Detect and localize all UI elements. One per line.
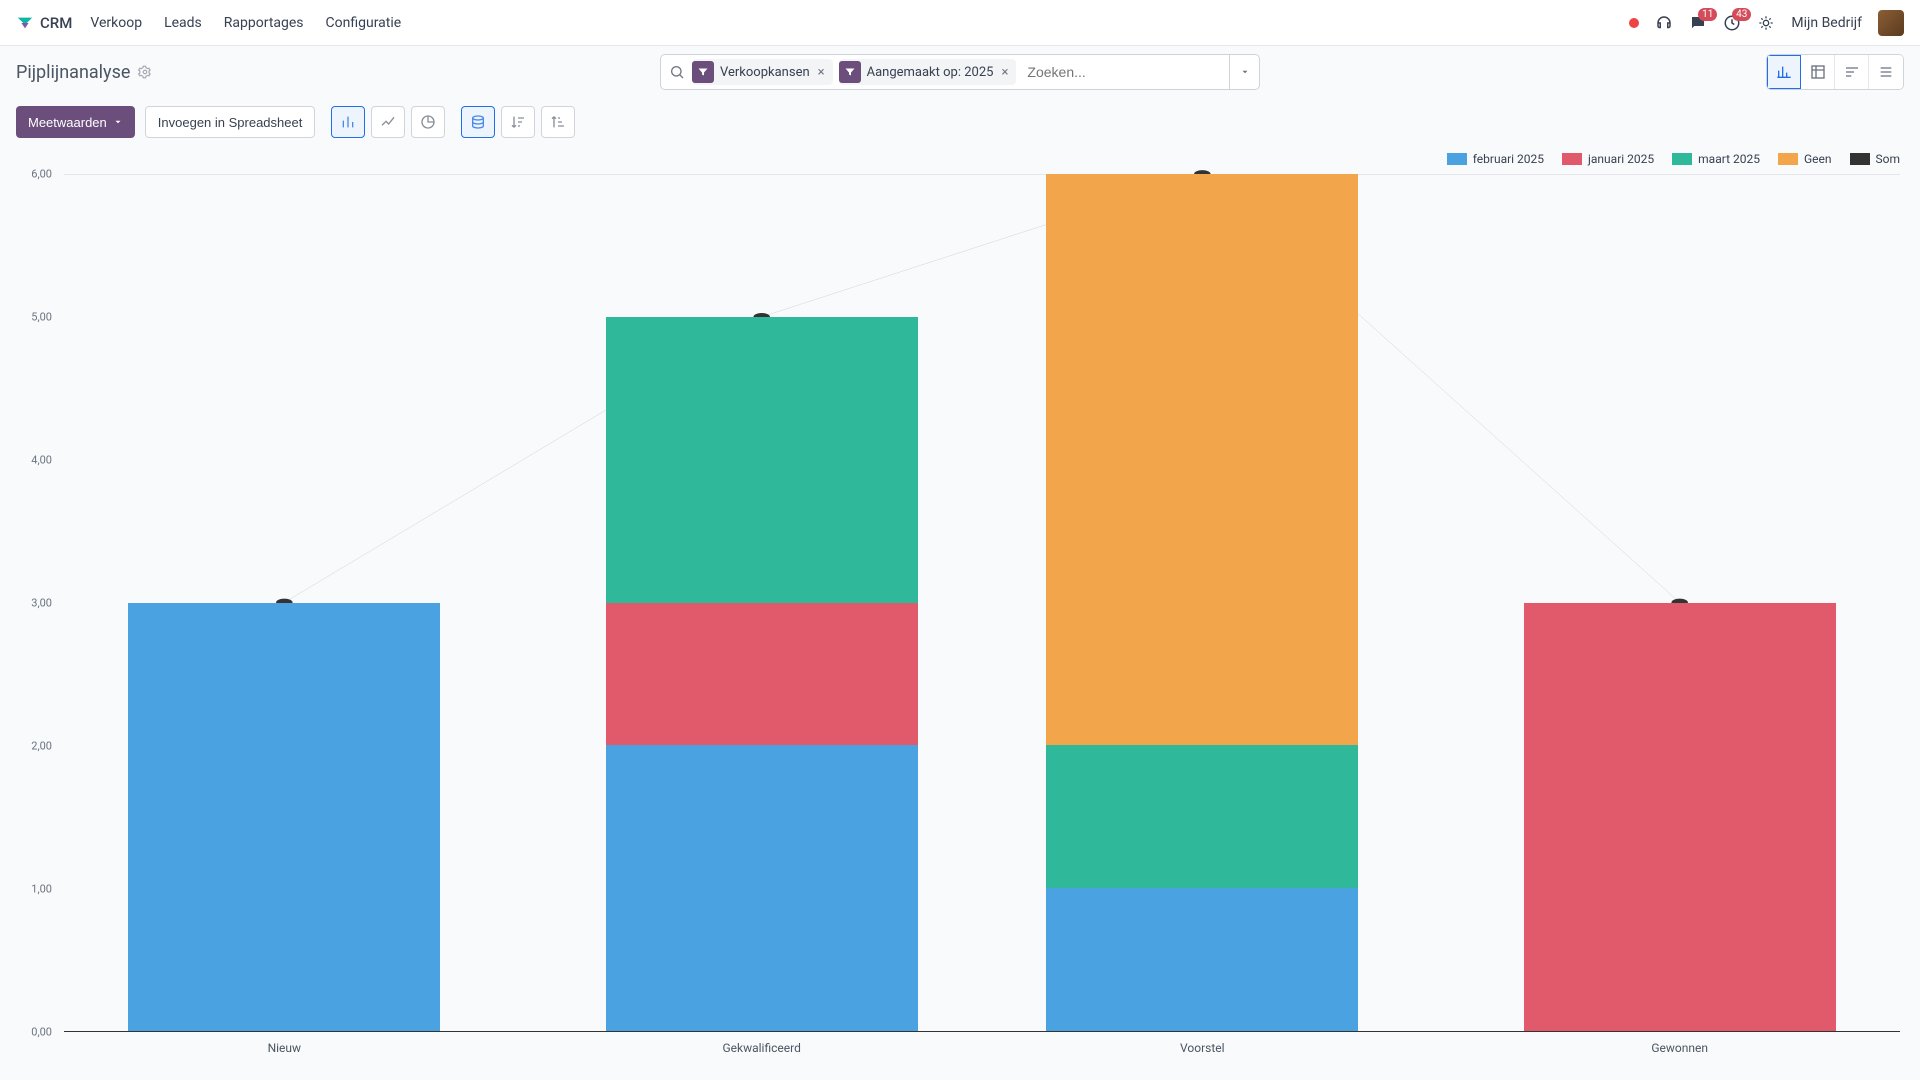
sort-desc-button[interactable] xyxy=(501,106,535,138)
chart-area: februari 2025 januari 2025 maart 2025 Ge… xyxy=(16,146,1904,1064)
filter-chip-label: Verkoopkansen xyxy=(720,65,810,80)
messages-icon[interactable]: 11 xyxy=(1689,14,1707,32)
view-cohort-button[interactable] xyxy=(1835,55,1869,89)
chart-legend: februari 2025 januari 2025 maart 2025 Ge… xyxy=(1443,146,1904,172)
legend-swatch xyxy=(1850,153,1870,165)
insert-spreadsheet-button[interactable]: Invoegen in Spreadsheet xyxy=(145,106,316,138)
debug-icon[interactable] xyxy=(1757,14,1775,32)
view-list-button[interactable] xyxy=(1869,55,1903,89)
filter-chip-verkoopkansen[interactable]: Verkoopkansen × xyxy=(692,59,833,85)
bar-voorstel[interactable]: Voorstel xyxy=(1046,174,1358,1031)
search-icon xyxy=(669,64,685,80)
y-tick: 3,00 xyxy=(16,597,52,610)
legend-swatch xyxy=(1562,153,1582,165)
y-tick: 5,00 xyxy=(16,311,52,324)
brand[interactable]: CRM xyxy=(16,14,72,32)
y-tick: 1,00 xyxy=(16,883,52,896)
filter-icon xyxy=(692,61,714,83)
chevron-down-icon xyxy=(113,117,123,127)
legend-swatch xyxy=(1447,153,1467,165)
bar-segment xyxy=(1046,745,1358,888)
legend-item[interactable]: Som xyxy=(1850,152,1901,166)
gear-icon[interactable] xyxy=(138,65,152,79)
search-input[interactable] xyxy=(1019,55,1229,89)
support-icon[interactable] xyxy=(1655,14,1673,32)
activities-badge: 43 xyxy=(1732,8,1751,21)
bar-segment xyxy=(1046,888,1358,1031)
legend-swatch xyxy=(1672,153,1692,165)
measures-button[interactable]: Meetwaarden xyxy=(16,106,135,138)
y-tick: 6,00 xyxy=(16,168,52,181)
nav-configuratie[interactable]: Configuratie xyxy=(326,15,402,31)
nav-verkoop[interactable]: Verkoop xyxy=(90,15,142,31)
avatar[interactable] xyxy=(1878,10,1904,36)
stacked-button[interactable] xyxy=(461,106,495,138)
y-tick: 2,00 xyxy=(16,740,52,753)
chart-plot: Nieuw Gekwalificeerd Voorstel Gewonnen xyxy=(64,174,1900,1032)
pie-chart-button[interactable] xyxy=(411,106,445,138)
messages-badge: 11 xyxy=(1698,8,1717,21)
primary-nav: Verkoop Leads Rapportages Configuratie xyxy=(90,15,401,31)
x-label: Voorstel xyxy=(1046,1041,1358,1055)
nav-leads[interactable]: Leads xyxy=(164,15,202,31)
legend-swatch xyxy=(1778,153,1798,165)
y-tick: 4,00 xyxy=(16,454,52,467)
y-axis: 0,001,002,003,004,005,006,00 xyxy=(16,174,56,1032)
bar-gekwalificeerd[interactable]: Gekwalificeerd xyxy=(606,174,918,1031)
x-label: Nieuw xyxy=(128,1041,440,1055)
search-bar[interactable]: Verkoopkansen × Aangemaakt op: 2025 × xyxy=(660,54,1260,90)
chip-remove-icon[interactable]: × xyxy=(812,65,831,80)
x-label: Gekwalificeerd xyxy=(606,1041,918,1055)
chart-options-group xyxy=(461,106,575,138)
measures-label: Meetwaarden xyxy=(28,115,107,130)
app-name: CRM xyxy=(40,14,72,32)
x-label: Gewonnen xyxy=(1524,1041,1836,1055)
view-switcher xyxy=(1766,54,1904,90)
nav-rapportages[interactable]: Rapportages xyxy=(224,15,304,31)
company-name[interactable]: Mijn Bedrijf xyxy=(1791,15,1862,31)
legend-item[interactable]: maart 2025 xyxy=(1672,152,1760,166)
filter-chip-aangemaakt[interactable]: Aangemaakt op: 2025 × xyxy=(839,59,1017,85)
sort-asc-button[interactable] xyxy=(541,106,575,138)
search-dropdown-toggle[interactable] xyxy=(1229,55,1259,89)
activities-icon[interactable]: 43 xyxy=(1723,14,1741,32)
page-title: Pijplijnanalyse xyxy=(16,62,130,83)
chip-remove-icon[interactable]: × xyxy=(995,65,1014,80)
bar-chart-button[interactable] xyxy=(331,106,365,138)
view-graph-button[interactable] xyxy=(1767,55,1801,89)
bar-nieuw[interactable]: Nieuw xyxy=(128,174,440,1031)
app-logo-icon xyxy=(16,14,34,32)
filter-chip-label: Aangemaakt op: 2025 xyxy=(867,65,994,80)
bar-segment xyxy=(606,603,918,746)
view-pivot-button[interactable] xyxy=(1801,55,1835,89)
bar-segment xyxy=(1046,174,1358,745)
control-bar: Pijplijnanalyse Verkoopkansen × Aangemaa… xyxy=(0,46,1920,98)
bar-segment xyxy=(1524,603,1836,1032)
bar-gewonnen[interactable]: Gewonnen xyxy=(1524,174,1836,1031)
bar-segment xyxy=(128,603,440,1032)
legend-item[interactable]: Geen xyxy=(1778,152,1832,166)
chart-type-group xyxy=(331,106,445,138)
topbar-actions: 11 43 Mijn Bedrijf xyxy=(1629,10,1904,36)
y-tick: 0,00 xyxy=(16,1026,52,1039)
chart-toolbar: Meetwaarden Invoegen in Spreadsheet xyxy=(0,98,1920,146)
breadcrumb: Pijplijnanalyse xyxy=(16,62,152,83)
top-navbar: CRM Verkoop Leads Rapportages Configurat… xyxy=(0,0,1920,46)
bar-segment xyxy=(606,317,918,603)
legend-item[interactable]: januari 2025 xyxy=(1562,152,1654,166)
presence-indicator xyxy=(1629,18,1639,28)
legend-item[interactable]: februari 2025 xyxy=(1447,152,1544,166)
filter-icon xyxy=(839,61,861,83)
bar-segment xyxy=(606,745,918,1031)
line-chart-button[interactable] xyxy=(371,106,405,138)
